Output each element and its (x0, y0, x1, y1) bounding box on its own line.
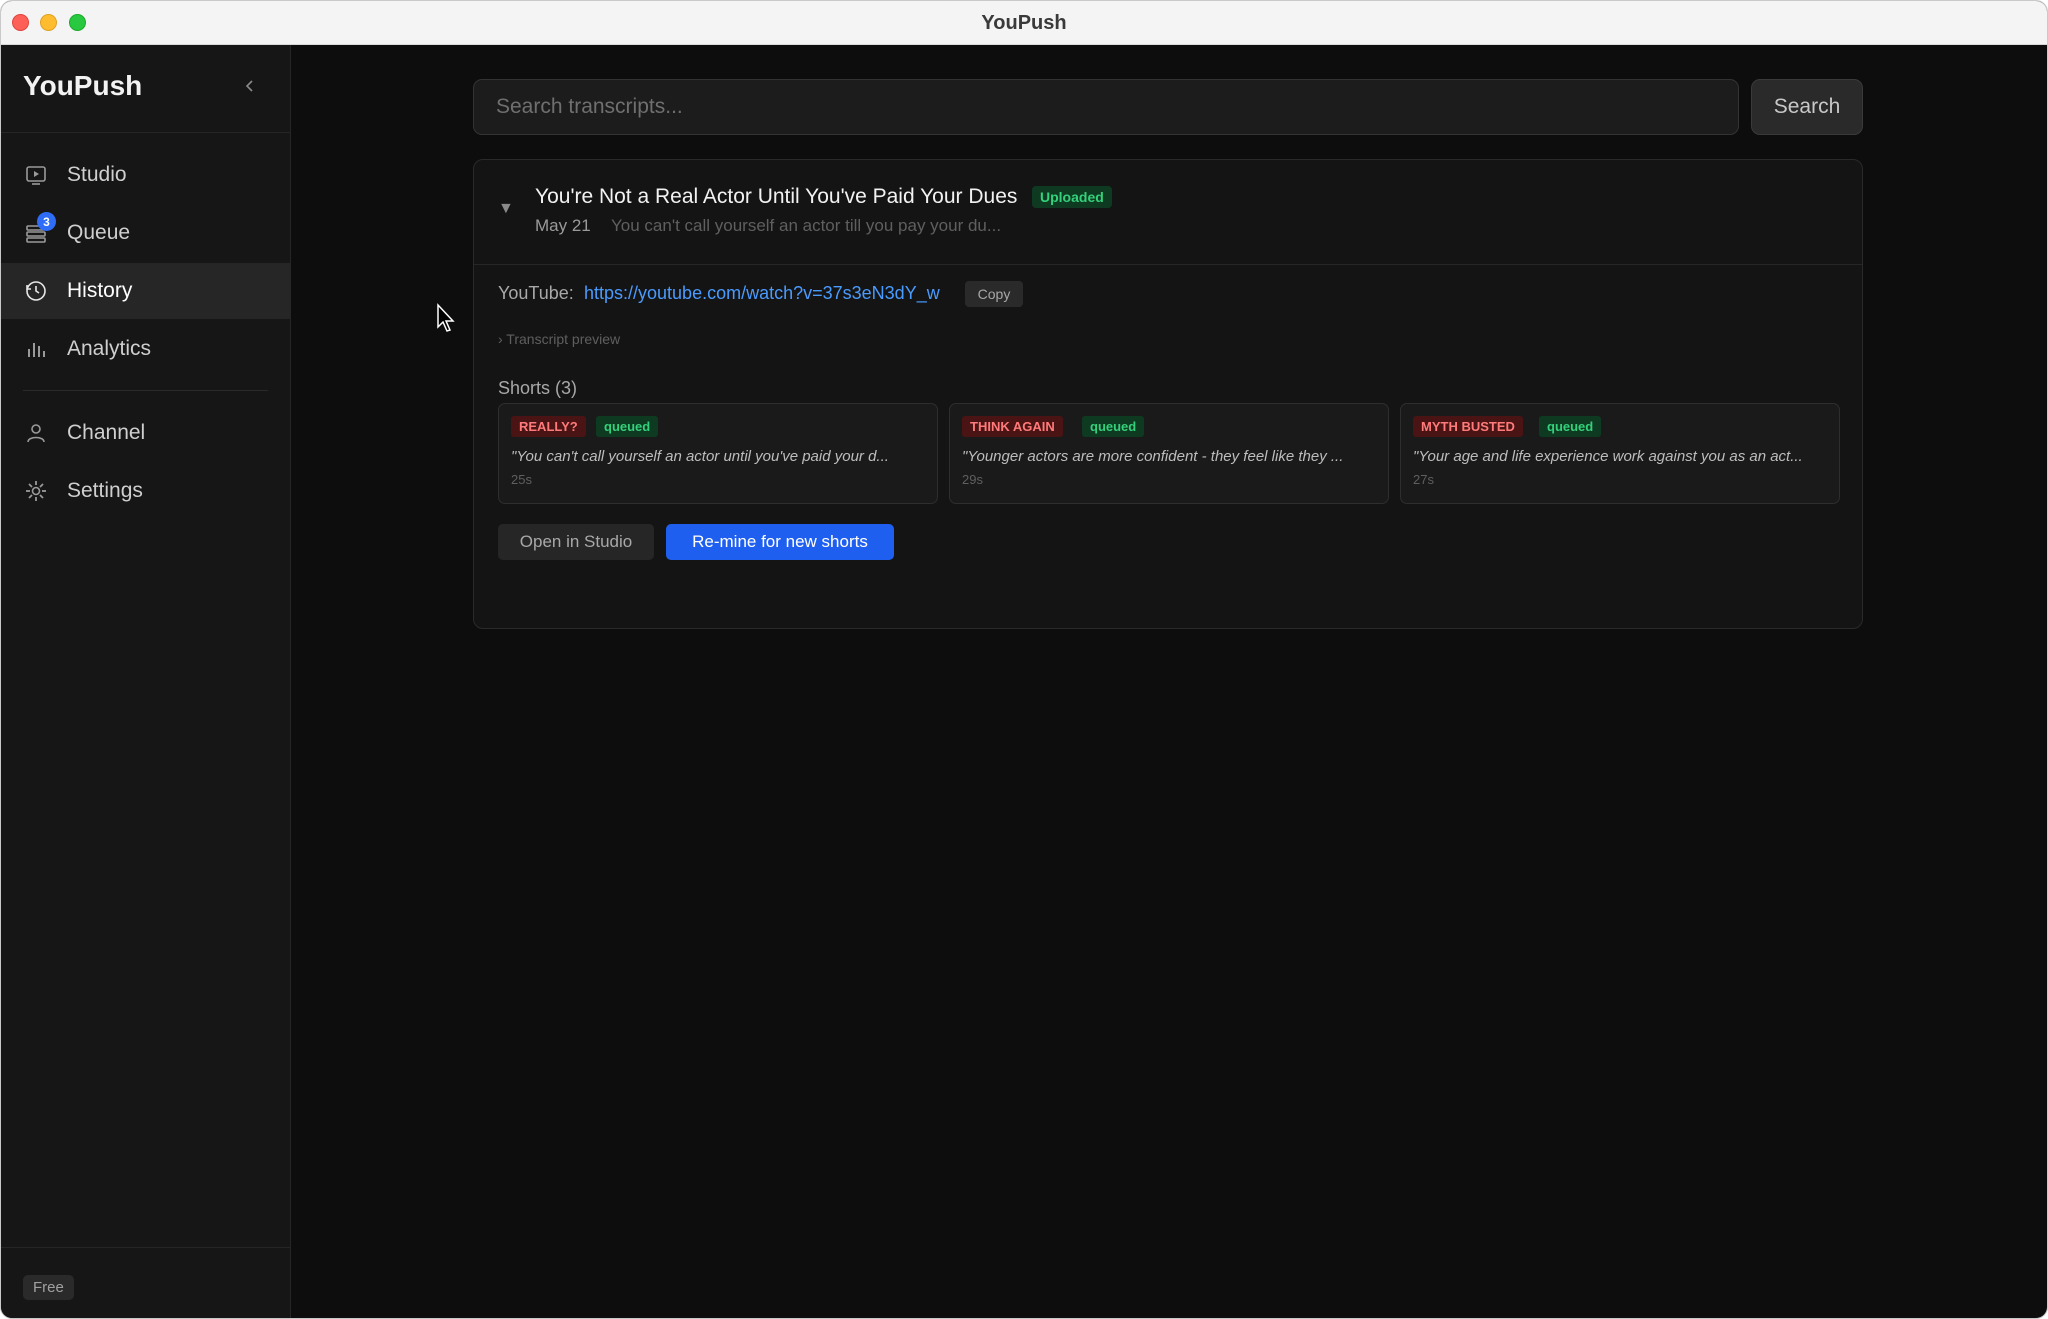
search-button[interactable]: Search (1751, 79, 1863, 135)
queue-stack-icon: 3 (23, 212, 56, 246)
sidebar-item-label: Channel (67, 421, 146, 444)
sidebar-item-label: History (67, 279, 133, 302)
bar-chart-icon (23, 336, 49, 362)
play-square-icon (23, 162, 49, 188)
remine-shorts-button[interactable]: Re-mine for new shorts (666, 524, 894, 560)
collapse-sidebar-button[interactable] (237, 73, 263, 99)
youtube-label: YouTube: (498, 283, 574, 303)
shorts-heading: Shorts (3) (498, 378, 578, 398)
video-card-header[interactable]: ▼ You're Not a Real Actor Until You've P… (474, 160, 1862, 265)
hook-badge: MYTH BUSTED (1413, 416, 1523, 437)
queue-count-badge: 3 (37, 212, 56, 231)
video-title: You're Not a Real Actor Until You've Pai… (535, 185, 1018, 208)
sidebar-item-label: Studio (67, 163, 127, 186)
sidebar-item-queue[interactable]: 3 Queue (1, 205, 290, 261)
youtube-link[interactable]: https://youtube.com/watch?v=37s3eN3dY_w (584, 283, 940, 304)
short-quote: "Younger actors are more confident - the… (962, 448, 1344, 465)
short-duration: 27s (1413, 472, 1434, 487)
transcript-preview-toggle[interactable]: › Transcript preview (498, 331, 620, 347)
short-card[interactable]: THINK AGAIN queued "Younger actors are m… (949, 403, 1389, 504)
user-icon (23, 420, 49, 446)
sidebar-divider (23, 390, 268, 391)
video-card: ▼ You're Not a Real Actor Until You've P… (473, 159, 1863, 629)
plan-badge: Free (23, 1275, 74, 1300)
sidebar-divider (1, 1247, 290, 1248)
window-title: YouPush (981, 12, 1067, 34)
short-duration: 29s (962, 472, 983, 487)
sidebar-item-history[interactable]: History (1, 263, 290, 319)
history-clock-icon (23, 278, 49, 304)
search-input[interactable] (473, 79, 1739, 135)
video-date: May 21 (535, 216, 591, 235)
brand-name: YouPush (23, 70, 143, 101)
short-card[interactable]: MYTH BUSTED queued "Your age and life ex… (1400, 403, 1840, 504)
title-bar: YouPush (1, 1, 2047, 45)
hook-badge: REALLY? (511, 416, 586, 437)
sidebar: YouPush Studio 3 Queue History Analytics… (1, 45, 291, 1318)
sidebar-item-label: Settings (67, 479, 143, 502)
mouse-cursor-icon (437, 303, 455, 332)
hook-badge: THINK AGAIN (962, 416, 1063, 437)
copy-link-button[interactable]: Copy (965, 281, 1023, 307)
status-badge: queued (596, 416, 659, 437)
short-card[interactable]: REALLY? queued "You can't call yourself … (498, 403, 938, 504)
gear-icon (23, 478, 49, 504)
short-quote: "Your age and life experience work again… (1413, 448, 1803, 465)
short-duration: 25s (511, 472, 532, 487)
main-content: Search ▼ You're Not a Real Actor Until Y… (291, 45, 2047, 1318)
sidebar-item-settings[interactable]: Settings (1, 463, 290, 519)
short-quote: "You can't call yourself an actor until … (511, 448, 889, 465)
sidebar-divider (1, 132, 290, 133)
sidebar-item-channel[interactable]: Channel (1, 405, 290, 461)
status-badge: Uploaded (1032, 186, 1112, 208)
sidebar-item-label: Analytics (67, 337, 152, 360)
open-in-studio-button[interactable]: Open in Studio (498, 524, 654, 560)
sidebar-item-analytics[interactable]: Analytics (1, 321, 290, 377)
status-badge: queued (1539, 416, 1602, 437)
status-badge: queued (1082, 416, 1145, 437)
sidebar-item-label: Queue (67, 221, 131, 244)
sidebar-item-studio[interactable]: Studio (1, 147, 290, 203)
chevron-down-icon[interactable]: ▼ (498, 200, 514, 218)
video-snippet: You can't call yourself an actor till yo… (611, 216, 1002, 235)
chevron-left-icon (245, 80, 253, 92)
app-window: YouPush YouPush Studio 3 Queue History A… (0, 0, 2048, 1319)
